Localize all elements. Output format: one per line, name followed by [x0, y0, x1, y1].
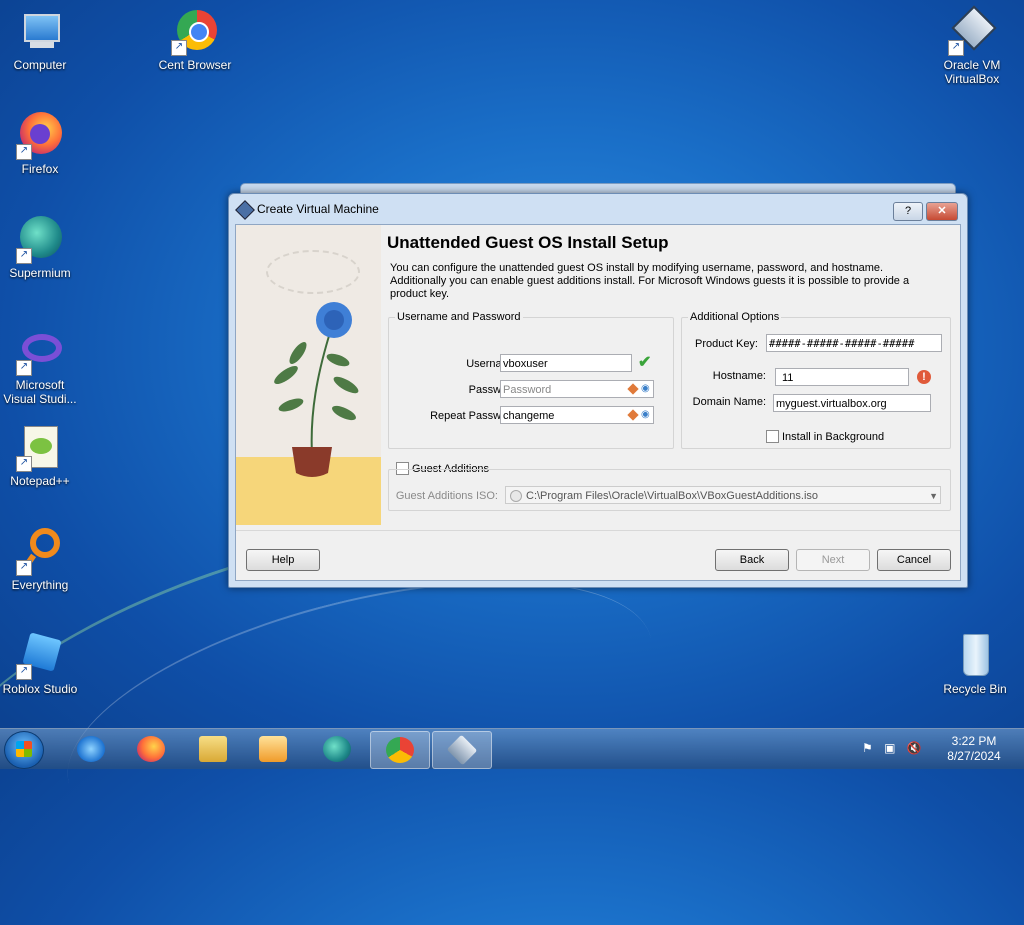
- everything-icon: ↗: [16, 528, 64, 576]
- taskbar-media-player[interactable]: [244, 731, 302, 767]
- computer-icon: [16, 8, 64, 56]
- internet-explorer-icon: [77, 736, 105, 762]
- taskbar-supermium[interactable]: [308, 731, 366, 767]
- desktop-icon-everything[interactable]: ↗ Everything: [0, 528, 80, 592]
- install-background-label[interactable]: Install in Background: [782, 431, 884, 443]
- supermium-icon: [323, 736, 351, 762]
- desktop-icon-visual-studio[interactable]: ↗ Microsoft Visual Studi...: [0, 328, 80, 406]
- desktop-icon-roblox-studio[interactable]: ↗ Roblox Studio: [0, 632, 80, 696]
- desktop-icon-cent-browser[interactable]: ↗ Cent Browser: [155, 8, 235, 72]
- visual-studio-icon: ↗: [16, 328, 64, 376]
- clock-date: 8/27/2024: [947, 749, 1001, 763]
- product-key-label: Product Key:: [695, 338, 758, 350]
- plant-illustration: [274, 302, 359, 477]
- guest-additions-iso-select[interactable]: C:\Program Files\Oracle\VirtualBox\VBoxG…: [505, 486, 941, 504]
- username-input[interactable]: vboxuser: [500, 354, 632, 372]
- back-button[interactable]: Back: [715, 549, 789, 571]
- windows-logo-icon: [16, 741, 32, 757]
- page-heading: Unattended Guest OS Install Setup: [387, 233, 669, 252]
- desktop-icon-firefox[interactable]: ↗ Firefox: [0, 112, 80, 176]
- taskbar-firefox[interactable]: [122, 731, 180, 767]
- virtualbox-icon: [235, 200, 255, 220]
- install-background-checkbox[interactable]: [766, 430, 779, 443]
- chevron-down-icon: ▼: [929, 491, 938, 501]
- valid-check-icon: ✔: [638, 354, 652, 371]
- product-key-input[interactable]: #####-#####-#####-#####: [766, 334, 942, 352]
- desktop-icon-computer[interactable]: Computer: [0, 8, 80, 72]
- guest-additions-iso-label: Guest Additions ISO:: [395, 490, 498, 502]
- firefox-icon: [137, 736, 165, 762]
- page-description: You can configure the unattended guest O…: [390, 262, 910, 300]
- hostname-label: Hostname:: [712, 370, 766, 382]
- firefox-icon: ↗: [16, 112, 64, 160]
- show-repeat-password-icon[interactable]: ◉: [641, 409, 650, 420]
- taskbar-virtualbox[interactable]: [432, 731, 492, 769]
- show-password-icon[interactable]: ◉: [641, 383, 650, 394]
- folder-icon: [199, 736, 227, 762]
- dialog-title: Create Virtual Machine: [257, 202, 379, 216]
- system-clock[interactable]: 3:22 PM 8/27/2024: [930, 734, 1018, 764]
- taskbar: ⚑ ▣ 🔇 3:22 PM 8/27/2024: [0, 728, 1024, 769]
- media-player-icon: [259, 736, 287, 762]
- roblox-studio-icon: ↗: [16, 632, 64, 680]
- clock-time: 3:22 PM: [951, 734, 997, 748]
- additional-options-group-title: Additional Options: [688, 311, 782, 323]
- start-button[interactable]: [4, 731, 44, 769]
- wizard-illustration: [236, 225, 381, 525]
- action-center-flag-icon[interactable]: ⚑: [862, 741, 873, 755]
- virtualbox-icon: ↗: [948, 5, 997, 56]
- next-button[interactable]: Next: [796, 549, 870, 571]
- username-password-group-title: Username and Password: [395, 311, 523, 323]
- cent-browser-icon: [386, 737, 414, 763]
- dialog-client: Unattended Guest OS Install Setup You ca…: [235, 224, 961, 581]
- taskbar-internet-explorer[interactable]: [62, 731, 120, 767]
- taskbar-explorer[interactable]: [184, 731, 242, 767]
- help-button[interactable]: Help: [246, 549, 320, 571]
- desktop-icon-supermium[interactable]: ↗ Supermium: [0, 216, 80, 280]
- title-close-button[interactable]: ✕: [926, 202, 958, 221]
- hostname-error-icon: !: [917, 370, 931, 384]
- dialog-titlebar[interactable]: Create Virtual Machine ? ✕: [229, 194, 967, 224]
- hostname-input[interactable]: 11: [775, 368, 909, 386]
- cancel-button[interactable]: Cancel: [877, 549, 951, 571]
- system-tray: ⚑ ▣ 🔇: [862, 741, 922, 755]
- title-help-button[interactable]: ?: [893, 202, 923, 221]
- domain-name-input[interactable]: myguest.virtualbox.org: [773, 394, 931, 412]
- supermium-icon: ↗: [16, 216, 64, 264]
- notepad-plus-icon: ↗: [16, 424, 64, 472]
- virtualbox-icon: [446, 734, 478, 766]
- taskbar-cent-browser[interactable]: [370, 731, 430, 769]
- recycle-bin-icon: [951, 632, 999, 680]
- disc-icon: [510, 490, 522, 502]
- desktop-icon-virtualbox[interactable]: ↗ Oracle VM VirtualBox: [932, 5, 1012, 86]
- desktop-icon-recycle-bin[interactable]: Recycle Bin: [935, 632, 1015, 696]
- desktop-icon-notepad-plus[interactable]: ↗ Notepad++: [0, 424, 80, 488]
- button-separator: [236, 530, 960, 531]
- create-vm-dialog: Create Virtual Machine ? ✕ Unattended Gu…: [228, 193, 968, 588]
- iso-path-value: C:\Program Files\Oracle\VirtualBox\VBoxG…: [526, 490, 819, 502]
- network-icon[interactable]: ▣: [884, 741, 895, 755]
- domain-name-label: Domain Name:: [692, 396, 766, 408]
- volume-muted-icon[interactable]: 🔇: [907, 741, 922, 755]
- cent-browser-icon: ↗: [171, 8, 219, 56]
